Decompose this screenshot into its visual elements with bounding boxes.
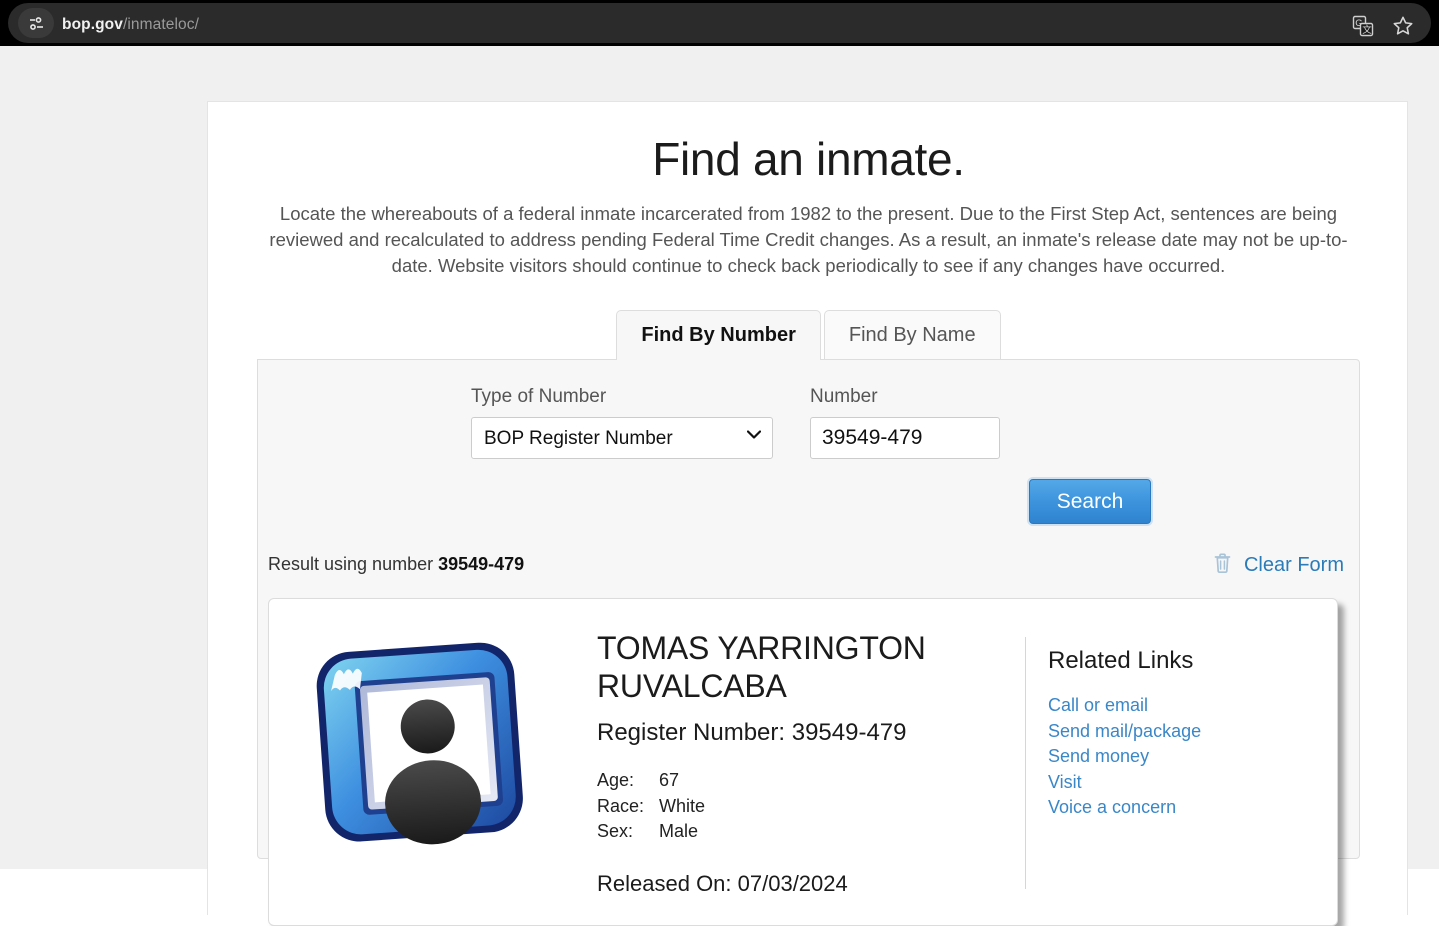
related-link-send-money[interactable]: Send money	[1048, 744, 1201, 770]
clear-form-label: Clear Form	[1243, 554, 1344, 576]
bookmark-star-icon[interactable]	[1388, 11, 1418, 41]
related-link-call-or-email[interactable]: Call or email	[1048, 693, 1201, 719]
attribute-row-race: Race: White	[597, 794, 1027, 820]
tab-find-by-name[interactable]: Find By Name	[823, 310, 1001, 359]
result-summary-prefix: Result using number	[268, 554, 439, 574]
translate-icon[interactable]: G 文	[1348, 11, 1378, 41]
attribute-value: Male	[659, 821, 699, 841]
related-links-section: Related Links Call or email Send mail/pa…	[1048, 647, 1201, 821]
related-link-voice-a-concern[interactable]: Voice a concern	[1048, 795, 1201, 821]
browser-chrome: bop.gov/inmateloc/ G 文	[0, 0, 1439, 46]
inmate-details: TOMAS YARRINGTON RUVALCABA Register Numb…	[597, 629, 1027, 897]
page-title: Find an inmate.	[652, 133, 965, 185]
related-link-send-mail-package[interactable]: Send mail/package	[1048, 719, 1201, 745]
type-of-number-field: Type of Number BOP Register Number	[471, 386, 773, 459]
result-summary-number: 39549-479	[438, 554, 525, 574]
attribute-value: 67	[659, 770, 680, 790]
related-link-visit[interactable]: Visit	[1048, 770, 1201, 796]
attribute-row-age: Age: 67	[597, 768, 1027, 794]
omnibox[interactable]: bop.gov/inmateloc/ G 文	[8, 3, 1431, 43]
url-display[interactable]: bop.gov/inmateloc/	[62, 14, 199, 36]
attribute-key: Race:	[597, 795, 645, 816]
inmate-result-card: TOMAS YARRINGTON RUVALCABA Register Numb…	[268, 598, 1338, 926]
tab-find-by-number[interactable]: Find By Number	[616, 310, 821, 360]
attribute-row-sex: Sex: Male	[597, 819, 1027, 845]
trash-icon	[1213, 552, 1232, 579]
inmate-register-number: Register Number: 39549-479	[597, 719, 907, 746]
inmate-release-date: Released On: 07/03/2024	[597, 870, 848, 896]
card-divider	[1025, 637, 1026, 889]
page-description: Locate the whereabouts of a federal inma…	[269, 203, 1348, 276]
attribute-key: Age:	[597, 770, 635, 790]
url-host: bop.gov	[62, 16, 123, 33]
attribute-value: White	[659, 795, 706, 816]
number-input[interactable]	[810, 417, 1000, 459]
attribute-key: Sex:	[597, 821, 634, 841]
type-of-number-label: Type of Number	[471, 386, 607, 407]
page-background: Find an inmate. Locate the whereabouts o…	[0, 46, 1439, 926]
photo-placeholder-icon	[307, 631, 535, 859]
svg-text:文: 文	[1362, 24, 1372, 36]
search-panel: Type of Number BOP Register Number Numbe…	[257, 359, 1360, 926]
number-label: Number	[810, 386, 878, 407]
type-of-number-select[interactable]: BOP Register Number	[471, 417, 773, 459]
inmate-attributes: Age: 67 Race: White Sex: Male	[597, 768, 1027, 845]
clear-form-button[interactable]: Clear Form	[1213, 552, 1344, 579]
tab-strip: Find By Number Find By Name	[208, 310, 1409, 360]
site-settings-icon[interactable]	[18, 8, 54, 38]
search-button[interactable]: Search	[1029, 479, 1151, 524]
page-content-container: Find an inmate. Locate the whereabouts o…	[207, 101, 1409, 926]
number-field: Number	[810, 386, 1000, 459]
url-path: /inmateloc/	[122, 16, 200, 33]
result-summary: Result using number 39549-479	[268, 554, 524, 575]
inmate-name: TOMAS YARRINGTON RUVALCABA	[597, 630, 926, 704]
related-links-title: Related Links	[1048, 647, 1194, 674]
